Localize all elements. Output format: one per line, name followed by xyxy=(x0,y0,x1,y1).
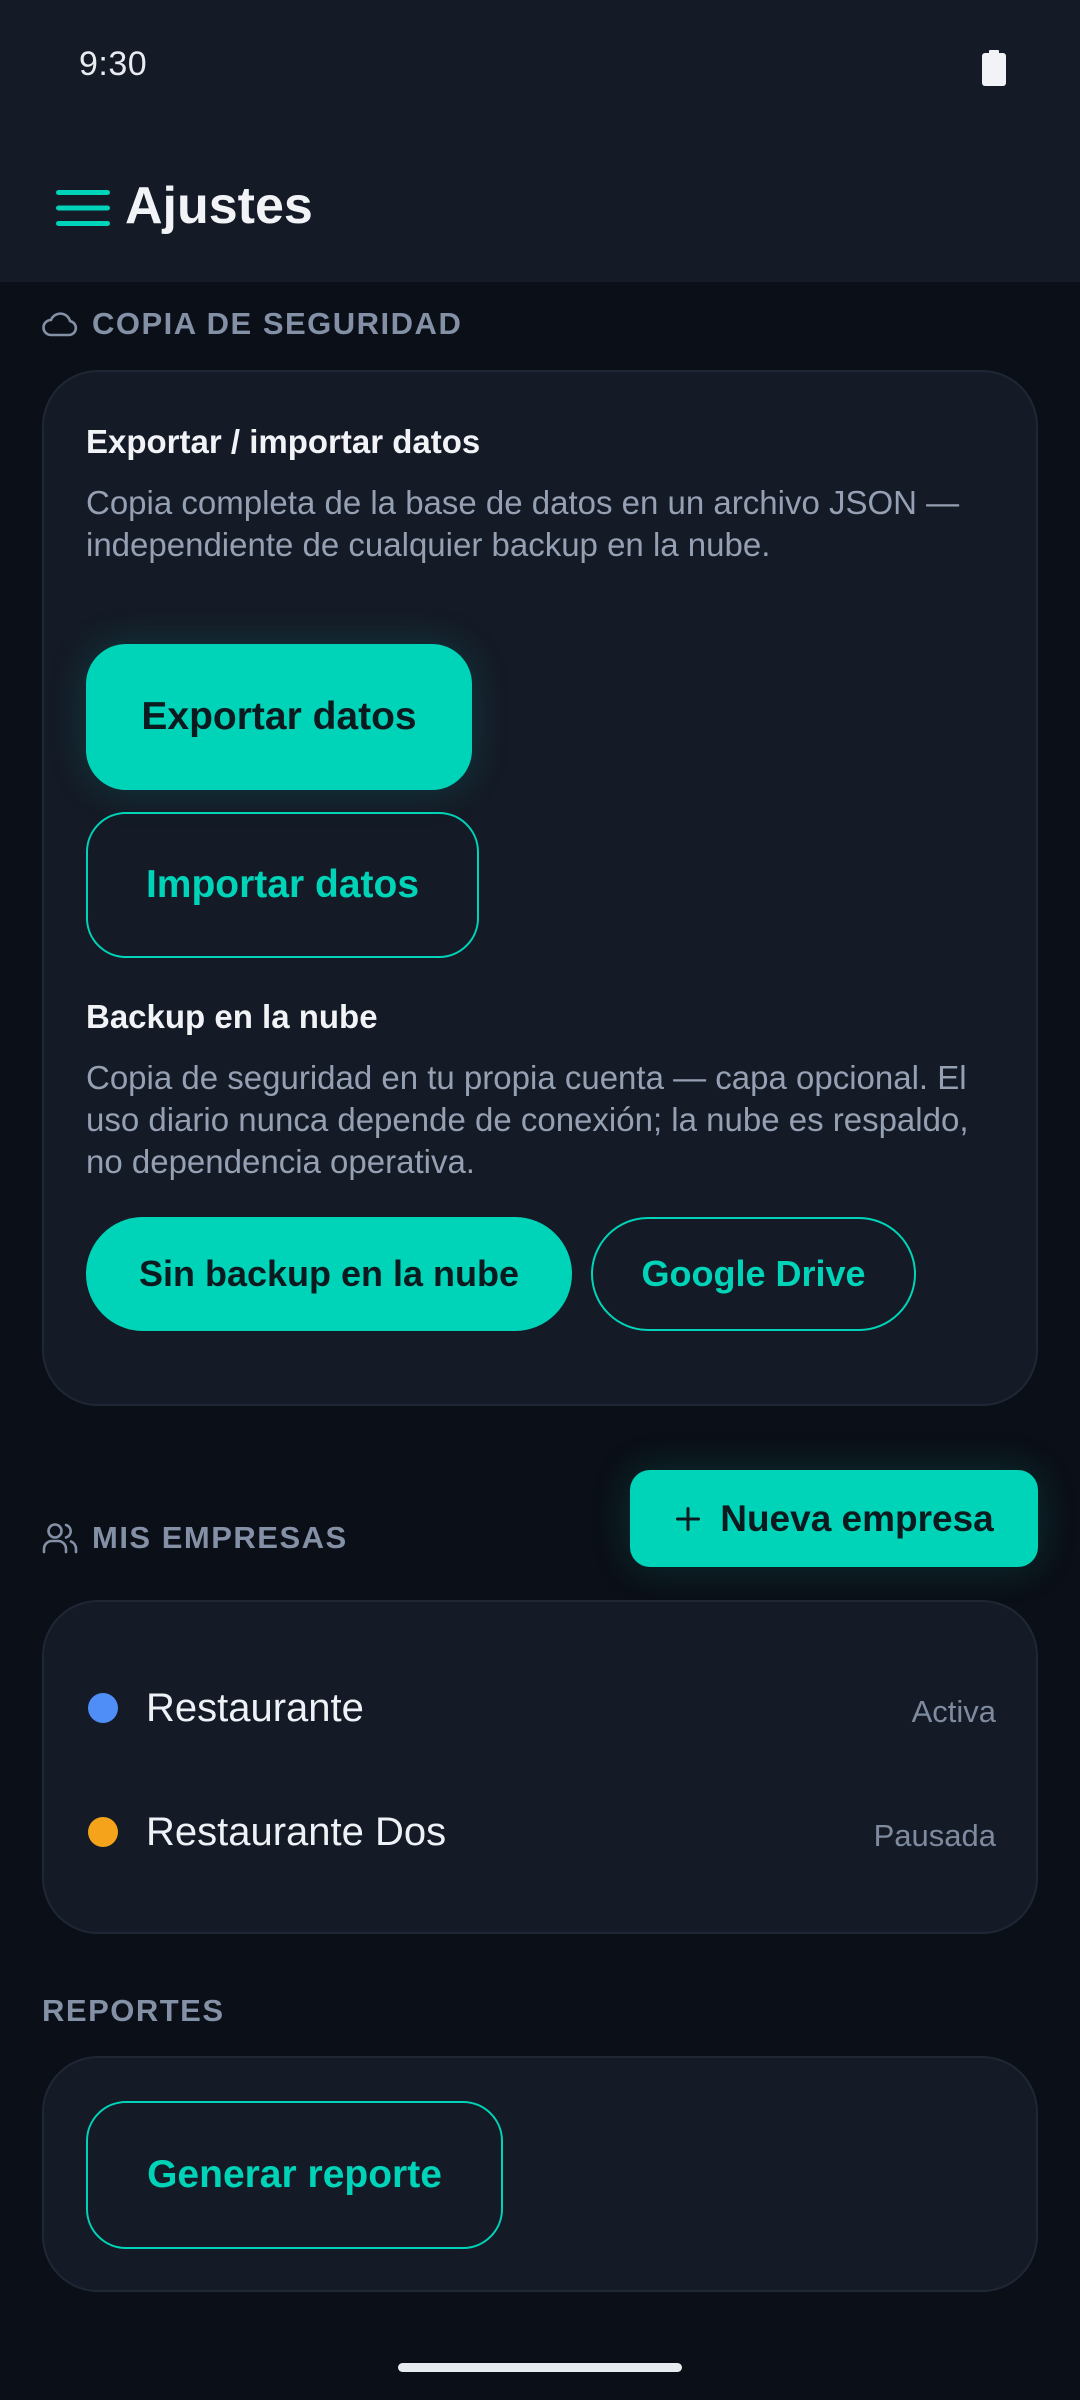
status-time: 9:30 xyxy=(79,45,148,83)
companies-card: Restaurante Activa Restaurante Dos Pausa… xyxy=(42,1600,1038,1934)
section-header-label: REPORTES xyxy=(42,1993,225,2028)
generate-report-button[interactable]: Generar reporte xyxy=(86,2101,503,2249)
section-header-backup: COPIA DE SEGURIDAD xyxy=(42,306,462,342)
backup-card: Exportar / importar datos Copia completa… xyxy=(42,370,1038,1406)
company-status: Activa xyxy=(911,1694,996,1729)
cloud-backup-description: Copia de seguridad en tu propia cuenta —… xyxy=(86,1059,969,1180)
hamburger-menu-icon[interactable] xyxy=(56,188,110,228)
company-list-item[interactable]: Restaurante Activa xyxy=(44,1668,1040,1748)
plus-icon xyxy=(676,1506,701,1531)
google-drive-option[interactable]: Google Drive xyxy=(591,1217,916,1331)
reports-card: Generar reporte xyxy=(42,2056,1038,2292)
company-color-dot xyxy=(88,1817,118,1847)
section-header-companies: MIS EMPRESAS xyxy=(42,1520,348,1556)
company-status: Pausada xyxy=(873,1818,996,1853)
users-icon xyxy=(42,1523,78,1554)
home-indicator[interactable] xyxy=(398,2363,682,2372)
cloud-backup-title: Backup en la nube xyxy=(86,998,378,1035)
section-header-reports: REPORTES xyxy=(42,1993,225,2029)
export-import-title: Exportar / importar datos xyxy=(86,423,481,460)
section-header-label: MIS EMPRESAS xyxy=(92,1520,348,1555)
company-name: Restaurante xyxy=(146,1686,364,1730)
new-company-button[interactable]: Nueva empresa xyxy=(630,1470,1038,1567)
no-cloud-backup-option[interactable]: Sin backup en la nube xyxy=(86,1217,572,1331)
app-bar: Ajustes xyxy=(0,130,1080,282)
export-data-button[interactable]: Exportar datos xyxy=(86,644,472,790)
cloud-icon xyxy=(42,312,78,337)
company-color-dot xyxy=(88,1693,118,1723)
import-data-button[interactable]: Importar datos xyxy=(86,812,479,958)
company-name: Restaurante Dos xyxy=(146,1810,447,1854)
company-list-item[interactable]: Restaurante Dos Pausada xyxy=(44,1792,1040,1872)
battery-icon xyxy=(982,50,1006,86)
export-import-description: Copia completa de la base de datos en un… xyxy=(86,484,960,563)
page-title: Ajustes xyxy=(125,177,313,235)
status-bar: 9:30 xyxy=(0,0,1080,130)
section-header-label: COPIA DE SEGURIDAD xyxy=(92,306,463,341)
new-company-label: Nueva empresa xyxy=(720,1497,994,1539)
